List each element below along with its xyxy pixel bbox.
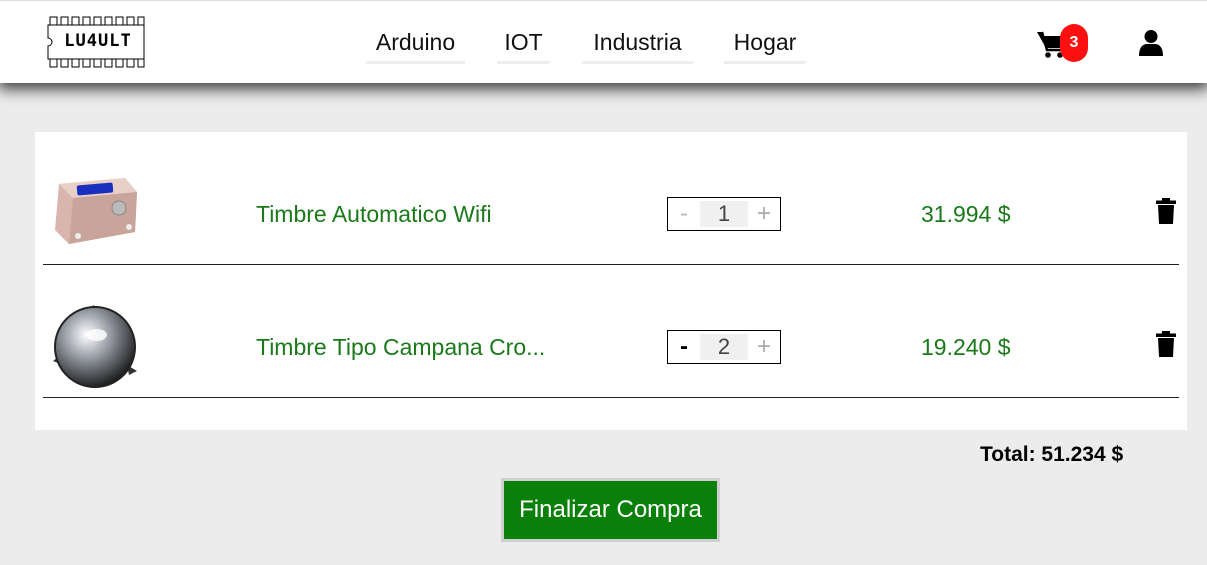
decrement-button[interactable]: -	[670, 198, 698, 230]
nav-item-industria[interactable]: Industria	[582, 26, 693, 64]
remove-item-button[interactable]	[1156, 331, 1176, 357]
remove-item-button[interactable]	[1156, 198, 1176, 224]
product-name-link[interactable]: Timbre Automatico Wifi	[256, 201, 492, 228]
increment-button[interactable]: +	[750, 198, 778, 230]
product-image[interactable]	[47, 170, 143, 258]
cart-button[interactable]: 3	[1036, 24, 1088, 62]
nav-item-iot[interactable]: IOT	[497, 26, 550, 64]
checkout-button[interactable]: Finalizar Compra	[501, 478, 720, 542]
quantity-value[interactable]: 1	[700, 201, 748, 227]
nav-item-label: Arduino	[375, 29, 456, 55]
quantity-value[interactable]: 2	[700, 334, 748, 360]
nav-item-label: Hogar	[733, 29, 797, 55]
nav-item-hogar[interactable]: Hogar	[724, 26, 806, 64]
cart-item-row: Timbre Automatico Wifi - 1 + 31.994 $	[43, 132, 1179, 265]
item-price: 19.240 $	[921, 334, 1011, 360]
cart-items-panel: Timbre Automatico Wifi - 1 + 31.994 $ Ti…	[35, 132, 1187, 430]
product-image[interactable]	[47, 301, 143, 389]
item-price: 31.994 $	[921, 201, 1011, 227]
product-name-link[interactable]: Timbre Tipo Campana Cro...	[256, 334, 545, 361]
top-navbar: LU4ULT Arduino IOT Industria Hogar 3	[0, 0, 1207, 83]
nav-item-label: Industria	[593, 29, 682, 55]
decrement-button[interactable]: -	[670, 331, 698, 363]
brand-logo[interactable]: LU4ULT	[46, 15, 146, 69]
cart-item-row: Timbre Tipo Campana Cro... - 2 + 19.240 …	[43, 265, 1179, 398]
trash-icon	[1156, 198, 1176, 224]
quantity-stepper: - 1 +	[667, 197, 781, 231]
user-icon	[1139, 30, 1163, 56]
quantity-stepper: - 2 +	[667, 330, 781, 364]
trash-icon	[1156, 331, 1176, 357]
cart-total: Total: 51.234 $	[980, 443, 1124, 466]
user-account-button[interactable]	[1139, 29, 1163, 57]
nav-item-label: IOT	[504, 29, 543, 55]
nav-item-arduino[interactable]: Arduino	[366, 26, 465, 64]
brand-logo-text: LU4ULT	[64, 31, 132, 51]
cart-count-badge: 3	[1060, 24, 1088, 62]
increment-button[interactable]: +	[750, 331, 778, 363]
